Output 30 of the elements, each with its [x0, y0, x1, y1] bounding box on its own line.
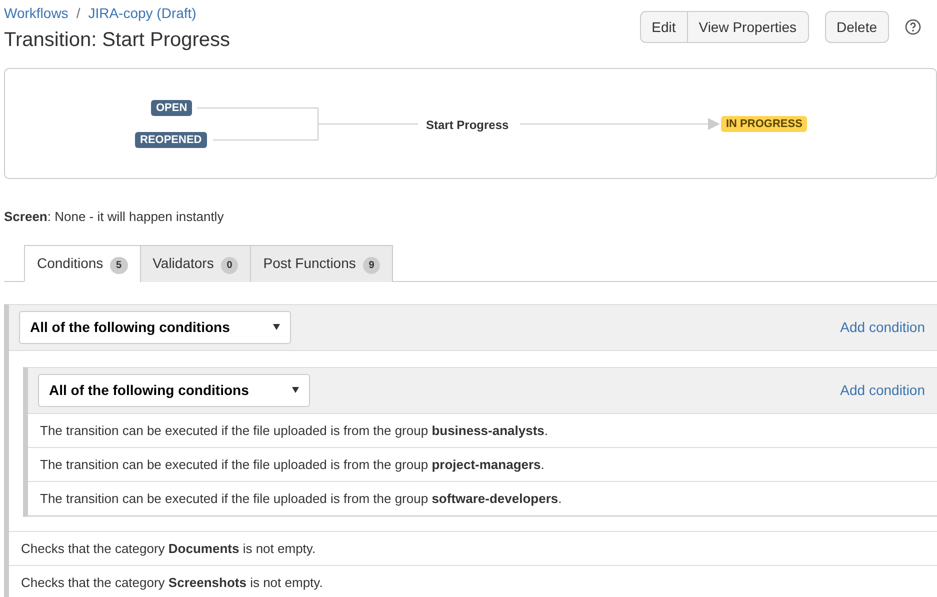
breadcrumb-separator: /: [76, 5, 80, 21]
operator-dropdown[interactable]: All of the following conditions: [19, 310, 291, 344]
add-condition-link[interactable]: Add condition: [840, 380, 925, 400]
condition-row: The transition can be executed if the file uploaded is from the group project-managers.: [28, 448, 937, 482]
count-badge: 5: [110, 256, 128, 274]
tab[interactable]: Conditions 5: [24, 244, 141, 282]
caret-icon: [273, 324, 280, 330]
action-button[interactable]: Delete: [824, 11, 889, 43]
breadcrumb-link[interactable]: Workflows: [4, 5, 68, 21]
status-lozenge: IN PROGRESS: [721, 116, 808, 132]
caret-icon: [292, 387, 299, 393]
condition-row: Checks that the category Screenshots is not empty.: [9, 566, 937, 597]
count-badge: 9: [362, 257, 380, 274]
add-condition-link[interactable]: Add condition: [840, 316, 925, 338]
screen-info: Screen: None - it will happen instantly: [4, 208, 225, 226]
transition-label: Start Progress: [426, 117, 509, 134]
operator-dropdown[interactable]: All of the following conditions: [38, 374, 310, 406]
tab[interactable]: Validators 0: [140, 244, 252, 282]
status-lozenge: OPEN: [151, 100, 192, 116]
help-icon[interactable]: [905, 19, 921, 35]
condition-row: The transition can be executed if the file uploaded is from the group business-analysts.: [28, 414, 937, 448]
condition-row: The transition can be executed if the file uploaded is from the group software-developers.: [28, 482, 937, 516]
breadcrumb-link[interactable]: JIRA-copy (Draft): [88, 5, 196, 21]
action-button[interactable]: Edit: [640, 11, 688, 43]
tab[interactable]: Post Functions 9: [250, 244, 394, 282]
condition-row: Checks that the category Documents is not empty.: [9, 532, 937, 566]
count-badge: 0: [220, 257, 238, 274]
status-lozenge: REOPENED: [135, 132, 207, 148]
page-title: Transition: Start Progress: [4, 28, 230, 52]
action-button[interactable]: View Properties: [686, 11, 809, 43]
